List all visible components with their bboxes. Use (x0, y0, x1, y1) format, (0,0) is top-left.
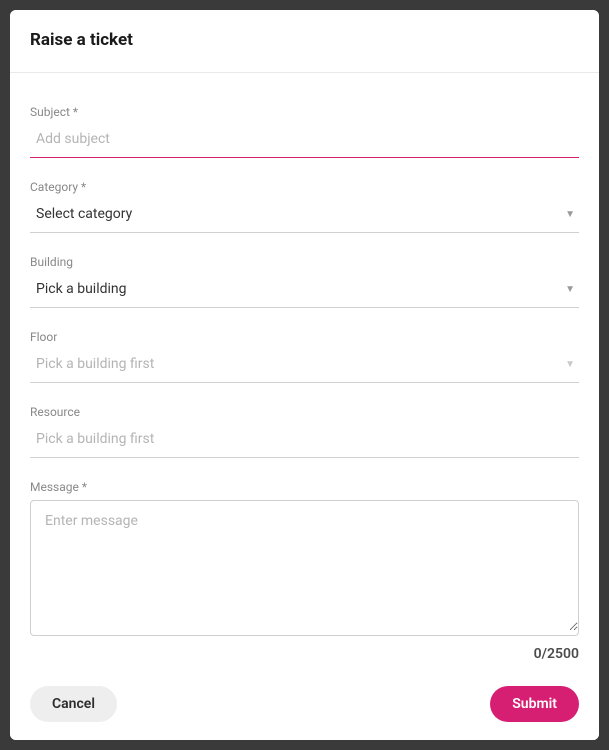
resource-label: Resource (30, 405, 579, 419)
modal-header: Raise a ticket (10, 10, 599, 73)
chevron-down-icon: ▼ (565, 209, 575, 220)
chevron-down-icon: ▼ (565, 284, 575, 295)
message-textarea-wrap (30, 500, 579, 636)
building-field-group: Building Pick a building ▼ (30, 255, 579, 308)
building-select[interactable]: Pick a building ▼ (30, 275, 579, 308)
category-select[interactable]: Select category ▼ (30, 200, 579, 233)
message-label: Message * (30, 480, 579, 494)
message-char-count: 0/2500 (30, 646, 579, 662)
raise-ticket-modal: Raise a ticket Subject * Category * Sele… (10, 10, 599, 740)
floor-select[interactable]: Pick a building first ▼ (30, 350, 579, 383)
modal-footer: Cancel Submit (10, 672, 599, 740)
message-textarea[interactable] (31, 501, 578, 631)
subject-label: Subject * (30, 105, 579, 119)
chevron-down-icon: ▼ (565, 359, 575, 370)
floor-field-group: Floor Pick a building first ▼ (30, 330, 579, 383)
floor-select-value: Pick a building first (36, 356, 154, 372)
subject-input[interactable] (30, 125, 579, 158)
modal-body: Subject * Category * Select category ▼ B… (10, 73, 599, 672)
modal-title: Raise a ticket (30, 30, 579, 50)
message-field-group: Message * 0/2500 (30, 480, 579, 662)
submit-button[interactable]: Submit (490, 686, 579, 722)
building-label: Building (30, 255, 579, 269)
category-select-value: Select category (36, 206, 132, 222)
floor-label: Floor (30, 330, 579, 344)
category-field-group: Category * Select category ▼ (30, 180, 579, 233)
building-select-value: Pick a building (36, 281, 127, 297)
cancel-button[interactable]: Cancel (30, 686, 117, 722)
category-label: Category * (30, 180, 579, 194)
resource-field-group: Resource (30, 405, 579, 458)
subject-field-group: Subject * (30, 105, 579, 158)
resource-input[interactable] (30, 425, 579, 458)
